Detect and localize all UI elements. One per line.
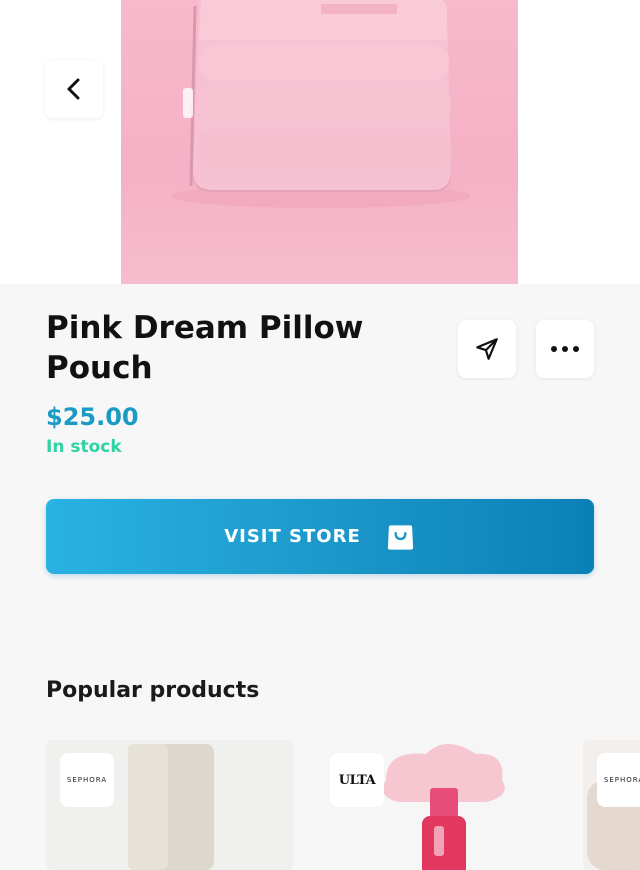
- visit-store-label: VISIT STORE: [224, 526, 361, 547]
- shopping-bag-icon: [387, 524, 413, 550]
- stock-status: In stock: [46, 437, 122, 457]
- product-hero: [0, 0, 640, 284]
- brand-logo-sephora: SEPHORA: [60, 753, 114, 807]
- product-card[interactable]: SEPHORA: [583, 740, 640, 870]
- more-horizontal-icon: [551, 346, 579, 352]
- visit-store-button[interactable]: VISIT STORE: [46, 499, 594, 574]
- brand-name: SEPHORA: [603, 776, 640, 784]
- more-options-button[interactable]: [536, 320, 594, 378]
- back-button[interactable]: [45, 60, 103, 118]
- brand-logo-sephora: SEPHORA: [597, 753, 640, 807]
- product-image: [121, 0, 518, 284]
- product-card[interactable]: ULTA: [316, 740, 564, 870]
- product-title: Pink Dream Pillow Pouch: [46, 310, 364, 386]
- brand-name: ULTA: [338, 772, 376, 788]
- pillow-pouch-illustration: [171, 0, 471, 208]
- chevron-left-icon: [67, 78, 80, 100]
- share-button[interactable]: [458, 320, 516, 378]
- product-price: $25.00: [46, 403, 139, 431]
- product-card[interactable]: SEPHORA: [46, 740, 294, 870]
- brand-logo-ulta: ULTA: [330, 753, 384, 807]
- brand-name: SEPHORA: [66, 776, 108, 784]
- popular-products-heading: Popular products: [46, 678, 260, 703]
- send-icon: [476, 338, 498, 360]
